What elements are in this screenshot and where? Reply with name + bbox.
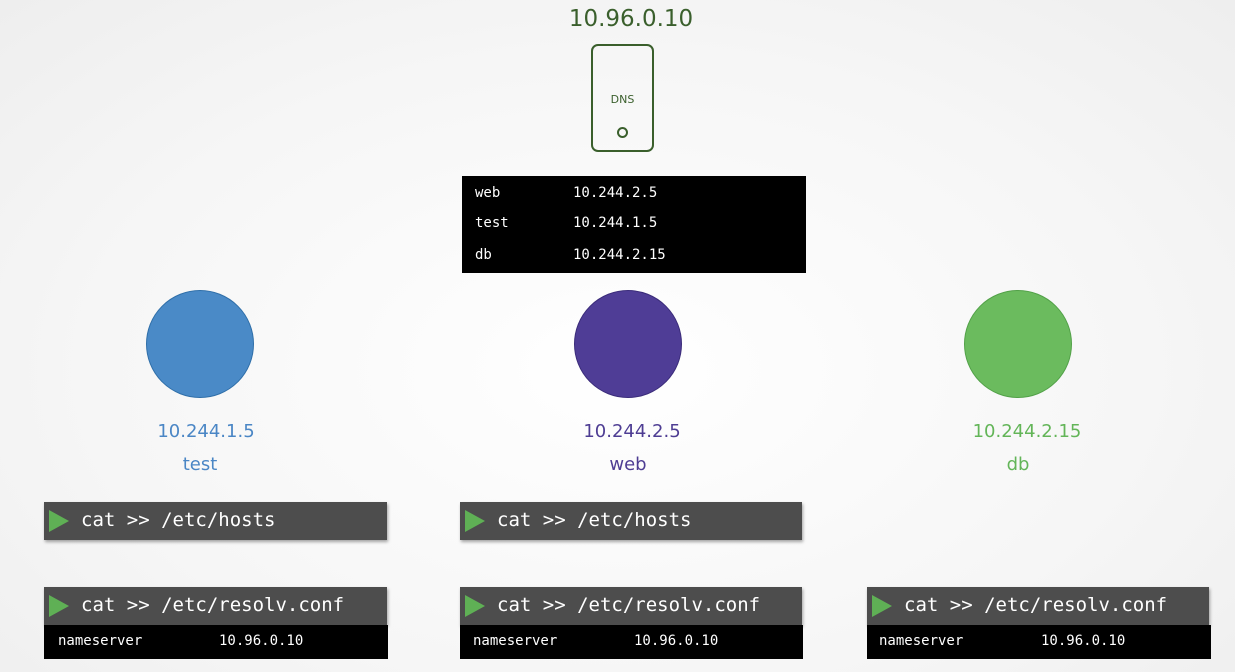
resolv-output-test: nameserver 10.96.0.10 <box>44 625 388 659</box>
dns-led-icon <box>617 127 628 138</box>
resolv-output-web: nameserver 10.96.0.10 <box>460 625 803 659</box>
resolv-terminal-db: cat >> /etc/resolv.conf <box>867 587 1209 625</box>
resolv-value: 10.96.0.10 <box>1041 633 1126 649</box>
hosts-terminal-web: cat >> /etc/hosts <box>460 502 802 540</box>
dns-record-row: test 10.244.1.5 <box>475 215 657 231</box>
resolv-command: cat >> /etc/resolv.conf <box>904 594 1168 616</box>
resolv-key: nameserver <box>879 633 964 649</box>
pod-test-circle <box>146 290 254 398</box>
pod-test-ip: 10.244.1.5 <box>157 421 255 442</box>
play-icon <box>872 595 892 617</box>
hosts-terminal-test: cat >> /etc/hosts <box>44 502 387 540</box>
pod-test-name: test <box>182 454 218 475</box>
dns-server-icon: DNS <box>591 44 654 152</box>
dns-record-row: web 10.244.2.5 <box>475 185 657 201</box>
pod-web-name: web <box>609 454 647 475</box>
dns-label: DNS <box>610 93 635 106</box>
resolv-command: cat >> /etc/resolv.conf <box>497 594 761 616</box>
pod-db-ip: 10.244.2.15 <box>972 421 1082 442</box>
play-icon <box>465 595 485 617</box>
pod-db-name: db <box>1006 454 1030 475</box>
hosts-command: cat >> /etc/hosts <box>81 509 276 531</box>
hosts-command: cat >> /etc/hosts <box>497 509 692 531</box>
dns-record-name: db <box>475 247 492 263</box>
resolv-output-db: nameserver 10.96.0.10 <box>867 625 1211 659</box>
dns-record-name: test <box>475 215 509 231</box>
dns-record-name: web <box>475 185 501 201</box>
dns-record-row: db 10.244.2.15 <box>475 247 666 263</box>
pod-web-ip: 10.244.2.5 <box>583 421 681 442</box>
resolv-value: 10.96.0.10 <box>634 633 719 649</box>
play-icon <box>465 510 485 532</box>
play-icon <box>49 595 69 617</box>
resolv-key: nameserver <box>473 633 558 649</box>
play-icon <box>49 510 69 532</box>
resolv-command: cat >> /etc/resolv.conf <box>81 594 345 616</box>
pod-web-circle <box>574 290 682 398</box>
resolv-terminal-test: cat >> /etc/resolv.conf <box>44 587 387 625</box>
resolv-terminal-web: cat >> /etc/resolv.conf <box>460 587 802 625</box>
dns-record-ip: 10.244.2.5 <box>573 185 658 201</box>
resolv-value: 10.96.0.10 <box>219 633 304 649</box>
pod-db-circle <box>964 290 1072 398</box>
dns-ip-address: 10.96.0.10 <box>568 6 694 32</box>
dns-record-ip: 10.244.2.15 <box>573 247 666 263</box>
dns-records-table: web 10.244.2.5 test 10.244.1.5 db 10.244.2.… <box>462 176 806 273</box>
resolv-key: nameserver <box>58 633 143 649</box>
dns-record-ip: 10.244.1.5 <box>573 215 658 231</box>
